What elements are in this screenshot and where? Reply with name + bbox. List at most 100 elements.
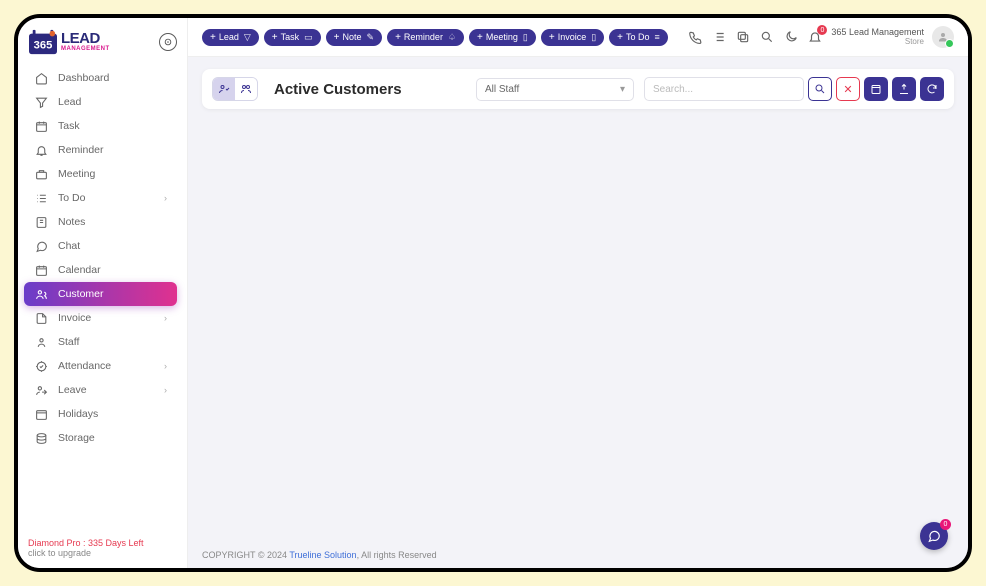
funnel-icon <box>34 95 48 109</box>
pill-label: Reminder <box>404 32 443 42</box>
plus-icon: + <box>549 32 555 43</box>
file-icon <box>34 311 48 325</box>
chevron-right-icon: › <box>164 313 167 323</box>
bell-icon: ♤ <box>448 32 456 43</box>
pill-label: Note <box>343 32 362 42</box>
sidebar-collapse-button[interactable] <box>159 33 177 51</box>
person-icon <box>937 31 949 43</box>
calendar-icon <box>34 119 48 133</box>
clear-button[interactable]: ✕ <box>836 77 860 101</box>
chevron-right-icon: › <box>164 361 167 371</box>
home-icon <box>34 71 48 85</box>
pill-label: To Do <box>626 32 650 42</box>
svg-text:365: 365 <box>34 40 53 52</box>
sidebar-item-holidays[interactable]: Holidays <box>24 402 177 426</box>
refresh-icon <box>926 83 938 95</box>
view-single-button[interactable] <box>213 78 235 100</box>
moon-icon[interactable] <box>783 29 799 45</box>
chat-icon <box>34 239 48 253</box>
list-icon: ≡ <box>655 32 660 42</box>
note-icon <box>34 215 48 229</box>
briefcase-icon <box>34 167 48 181</box>
org-role: Store <box>831 38 924 47</box>
pill-todo[interactable]: +To Do ≡ <box>609 29 668 46</box>
sidebar-item-task[interactable]: Task <box>24 114 177 138</box>
pill-meeting[interactable]: +Meeting▯ <box>469 29 536 46</box>
pill-invoice[interactable]: +Invoice▯ <box>541 29 604 46</box>
sidebar-item-invoice[interactable]: Invoice › <box>24 306 177 330</box>
plus-icon: + <box>395 32 401 43</box>
plus-icon: + <box>272 32 278 43</box>
search-icon <box>814 83 826 95</box>
chat-icon <box>927 529 941 543</box>
sidebar-item-label: Task <box>58 120 167 132</box>
phone-icon[interactable] <box>687 29 703 45</box>
notifications-button[interactable]: 0 <box>807 29 823 45</box>
sidebar-item-attendance[interactable]: Attendance › <box>24 354 177 378</box>
sidebar-item-dashboard[interactable]: Dashboard <box>24 66 177 90</box>
sidebar-item-label: Lead <box>58 96 167 108</box>
exit-icon <box>34 383 48 397</box>
sidebar-item-storage[interactable]: Storage <box>24 426 177 450</box>
sidebar-item-label: Notes <box>58 216 167 228</box>
sidebar-item-chat[interactable]: Chat <box>24 234 177 258</box>
app-logo[interactable]: 365 LEAD MANAGEMENT <box>28 28 110 56</box>
chevron-right-icon: › <box>164 193 167 203</box>
pill-note[interactable]: +Note✎ <box>326 29 382 46</box>
sidebar-footer: Diamond Pro : 335 Days Left click to upg… <box>18 530 187 568</box>
sidebar-item-customer[interactable]: Customer <box>24 282 177 306</box>
sidebar-item-reminder[interactable]: Reminder <box>24 138 177 162</box>
sidebar-item-label: Staff <box>58 336 167 348</box>
search-input[interactable] <box>644 77 804 101</box>
select-value: All Staff <box>485 84 519 95</box>
copy-icon[interactable] <box>735 29 751 45</box>
calendar-icon <box>34 407 48 421</box>
sidebar-item-leave[interactable]: Leave › <box>24 378 177 402</box>
close-icon: ✕ <box>843 83 852 96</box>
search-button[interactable] <box>808 77 832 101</box>
logo-area: 365 LEAD MANAGEMENT <box>18 18 187 62</box>
sidebar-item-todo[interactable]: To Do › <box>24 186 177 210</box>
customers-panel: Active Customers All Staff ▾ ✕ <box>202 69 954 109</box>
staff-select[interactable]: All Staff ▾ <box>476 78 634 101</box>
copyright-tail: , All rights Reserved <box>357 550 437 560</box>
calendar-icon <box>870 83 882 95</box>
user-avatar[interactable] <box>932 26 954 48</box>
upgrade-link[interactable]: click to upgrade <box>28 548 177 558</box>
people-icon <box>240 83 252 95</box>
footer: COPYRIGHT © 2024 Trueline Solution, All … <box>202 550 437 560</box>
target-icon <box>34 359 48 373</box>
view-multi-button[interactable] <box>235 78 257 100</box>
copyright-text: COPYRIGHT © 2024 <box>202 550 289 560</box>
plus-icon: + <box>617 32 623 43</box>
sidebar-item-label: Attendance <box>58 360 164 372</box>
sidebar-item-meeting[interactable]: Meeting <box>24 162 177 186</box>
pill-lead[interactable]: +Lead▽ <box>202 29 259 46</box>
pill-label: Task <box>281 32 300 42</box>
date-button[interactable] <box>864 77 888 101</box>
sidebar-item-label: Dashboard <box>58 72 167 84</box>
sidebar-item-staff[interactable]: Staff <box>24 330 177 354</box>
refresh-button[interactable] <box>920 77 944 101</box>
company-link[interactable]: Trueline Solution <box>289 550 356 560</box>
main-area: +Lead▽ +Task▭ +Note✎ +Reminder♤ +Meeting… <box>188 18 968 568</box>
logo-text: LEAD <box>61 32 110 46</box>
sidebar-item-calendar[interactable]: Calendar <box>24 258 177 282</box>
pill-reminder[interactable]: +Reminder ♤ <box>387 29 464 46</box>
panel-title: Active Customers <box>274 81 402 98</box>
sidebar-item-label: Chat <box>58 240 167 252</box>
search-icon[interactable] <box>759 29 775 45</box>
sidebar-item-label: Calendar <box>58 264 167 276</box>
plus-icon: + <box>334 32 340 43</box>
sidebar-nav: Dashboard Lead Task Reminder Meeting To … <box>18 62 187 530</box>
chat-fab[interactable]: 0 <box>920 522 948 550</box>
sidebar-item-notes[interactable]: Notes <box>24 210 177 234</box>
pill-task[interactable]: +Task▭ <box>264 29 321 46</box>
sidebar-item-label: Meeting <box>58 168 167 180</box>
plan-info: Diamond Pro : 335 Days Left <box>28 538 177 548</box>
pill-label: Invoice <box>558 32 587 42</box>
list-icon[interactable] <box>711 29 727 45</box>
chevron-down-icon: ▾ <box>620 84 625 95</box>
export-button[interactable] <box>892 77 916 101</box>
sidebar-item-lead[interactable]: Lead <box>24 90 177 114</box>
